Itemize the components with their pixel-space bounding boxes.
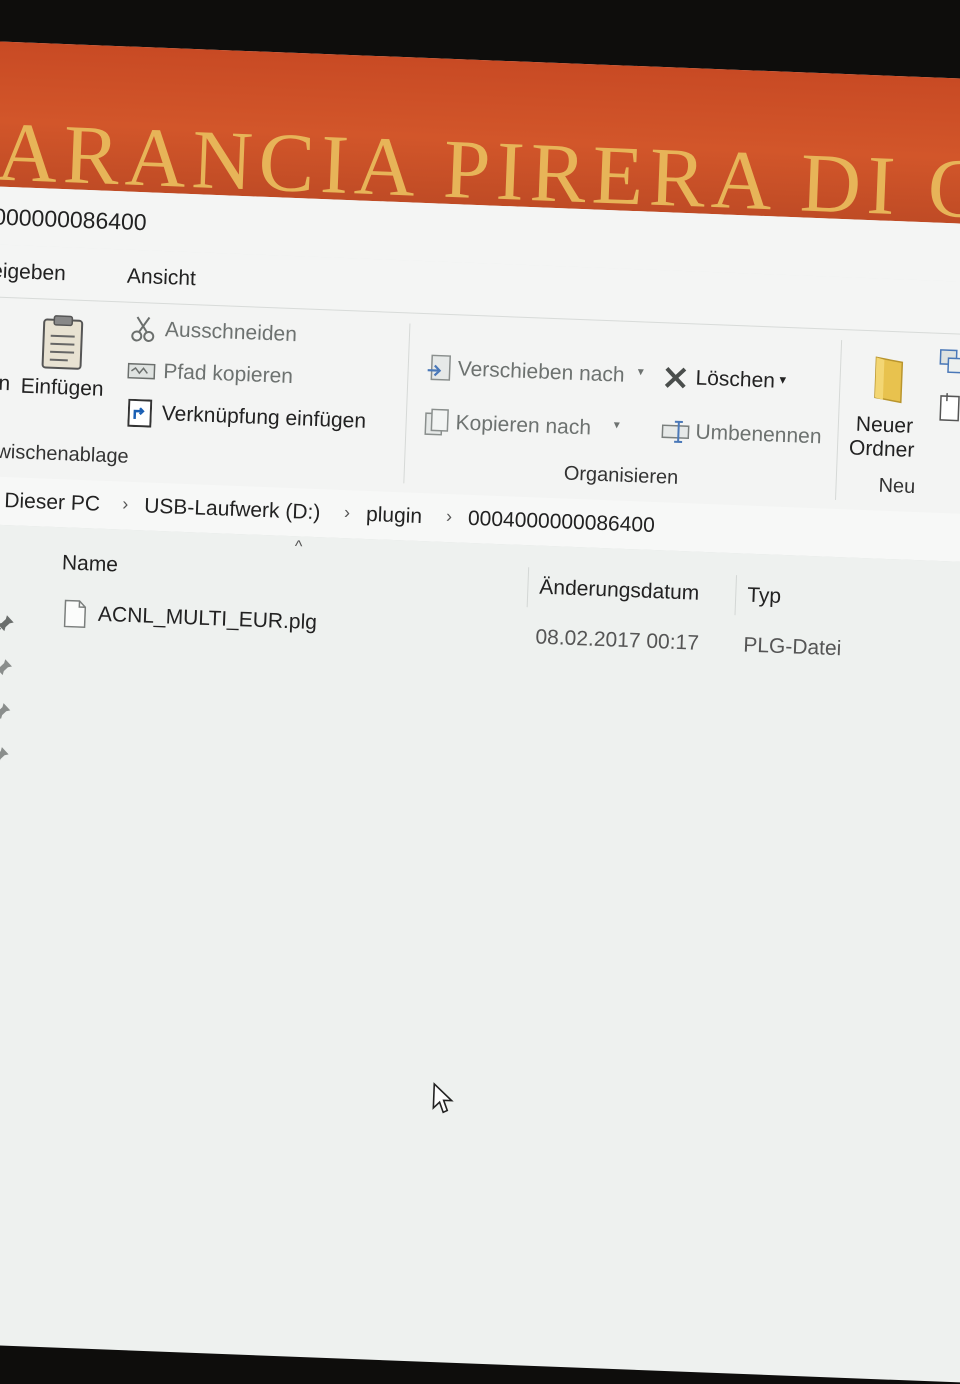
pin-icon[interactable] <box>0 745 11 766</box>
new-item-button[interactable] <box>935 348 960 439</box>
delete-button[interactable]: Löschen ▾ <box>663 361 814 401</box>
new-item-icon <box>938 348 960 377</box>
breadcrumb-item[interactable]: 0004000000086400 <box>468 507 656 538</box>
breadcrumb-item[interactable]: Dieser PC <box>4 489 101 517</box>
column-header-date[interactable]: Änderungsdatum <box>539 576 700 606</box>
move-to-icon <box>425 354 452 383</box>
column-divider[interactable] <box>734 575 737 615</box>
cut-label: Ausschneiden <box>165 318 298 347</box>
window-title: 000000086400 <box>0 203 147 236</box>
sort-up-icon: ^ <box>294 538 302 556</box>
chevron-down-icon: ▾ <box>613 417 620 431</box>
new-folder-button[interactable]: Neuer Ordner <box>846 354 936 467</box>
breadcrumb-item[interactable]: USB-Laufwerk (D:) <box>144 494 321 525</box>
new-group-label: Neu <box>878 475 916 499</box>
copy-path-button[interactable]: Pfad kopieren <box>127 355 378 399</box>
organize-group-label: Organisieren <box>563 463 678 490</box>
paste-button[interactable]: Einfügen <box>13 308 116 432</box>
paste-shortcut-button[interactable]: Verknüpfung einfügen <box>125 397 396 441</box>
column-divider[interactable] <box>527 567 530 607</box>
delete-label: Löschen <box>695 366 775 393</box>
chevron-right-icon[interactable]: › <box>446 506 453 527</box>
column-header-type[interactable]: Typ <box>747 584 782 609</box>
tab-share[interactable]: eigeben <box>0 259 66 286</box>
shortcut-icon <box>127 399 152 428</box>
clipboard-group-label: Zwischenablage <box>0 440 129 469</box>
group-separator <box>835 340 842 500</box>
clipboard-icon <box>39 313 85 371</box>
scissors-icon <box>129 315 158 344</box>
new-folder-label-line1: Neuer <box>855 413 913 439</box>
file-type: PLG-Datei <box>743 634 842 662</box>
easy-access-icon <box>938 392 960 423</box>
folder-icon <box>871 355 909 404</box>
delete-x-icon <box>663 365 688 390</box>
file-name: ACNL_MULTI_EUR.plg <box>98 603 318 635</box>
rename-label: Umbenennen <box>695 421 822 450</box>
chevron-right-icon[interactable]: › <box>344 502 351 523</box>
new-folder-label-line2: Ordner <box>849 436 915 462</box>
cut-button[interactable]: Ausschneiden <box>128 313 379 357</box>
table-row[interactable]: ACNL_MULTI_EUR.plg 08.02.2017 00:17 PLG-… <box>47 597 948 672</box>
chevron-right-icon[interactable]: › <box>122 494 129 515</box>
pin-icon[interactable] <box>0 701 13 722</box>
screen: 'ARANCIA PIRERA DI CI 000000086400 eigeb… <box>0 40 960 1381</box>
copy-button-label[interactable]: en <box>0 371 11 396</box>
copy-to-icon <box>423 408 450 437</box>
file-date: 08.02.2017 00:17 <box>535 626 699 656</box>
group-separator <box>403 323 410 483</box>
chevron-down-icon: ▾ <box>779 372 786 388</box>
copy-path-icon <box>127 361 156 382</box>
paste-label: Einfügen <box>20 375 104 402</box>
move-to-button[interactable]: Verschieben nach ▾ <box>425 352 656 395</box>
tab-view[interactable]: Ansicht <box>127 265 197 292</box>
mouse-cursor-icon <box>431 1082 456 1117</box>
breadcrumb-item[interactable]: plugin <box>366 503 423 529</box>
copy-to-label: Kopieren nach <box>455 411 591 440</box>
pin-icon[interactable] <box>0 657 14 678</box>
file-icon <box>64 599 87 628</box>
move-to-label: Verschieben nach <box>457 357 625 387</box>
paste-shortcut-label: Verknüpfung einfügen <box>161 402 366 434</box>
column-header-name[interactable]: Name <box>62 551 119 577</box>
copy-path-label: Pfad kopieren <box>163 360 293 389</box>
pin-icon[interactable] <box>0 613 16 634</box>
copy-to-button[interactable]: Kopieren nach ▾ <box>423 406 634 448</box>
rename-button[interactable]: Umbenennen <box>661 415 832 456</box>
rename-icon <box>661 419 690 444</box>
file-list: Name ^ Änderungsdatum Typ ACNL_MULTI_EUR… <box>0 523 960 1384</box>
chevron-down-icon: ▾ <box>638 364 645 378</box>
